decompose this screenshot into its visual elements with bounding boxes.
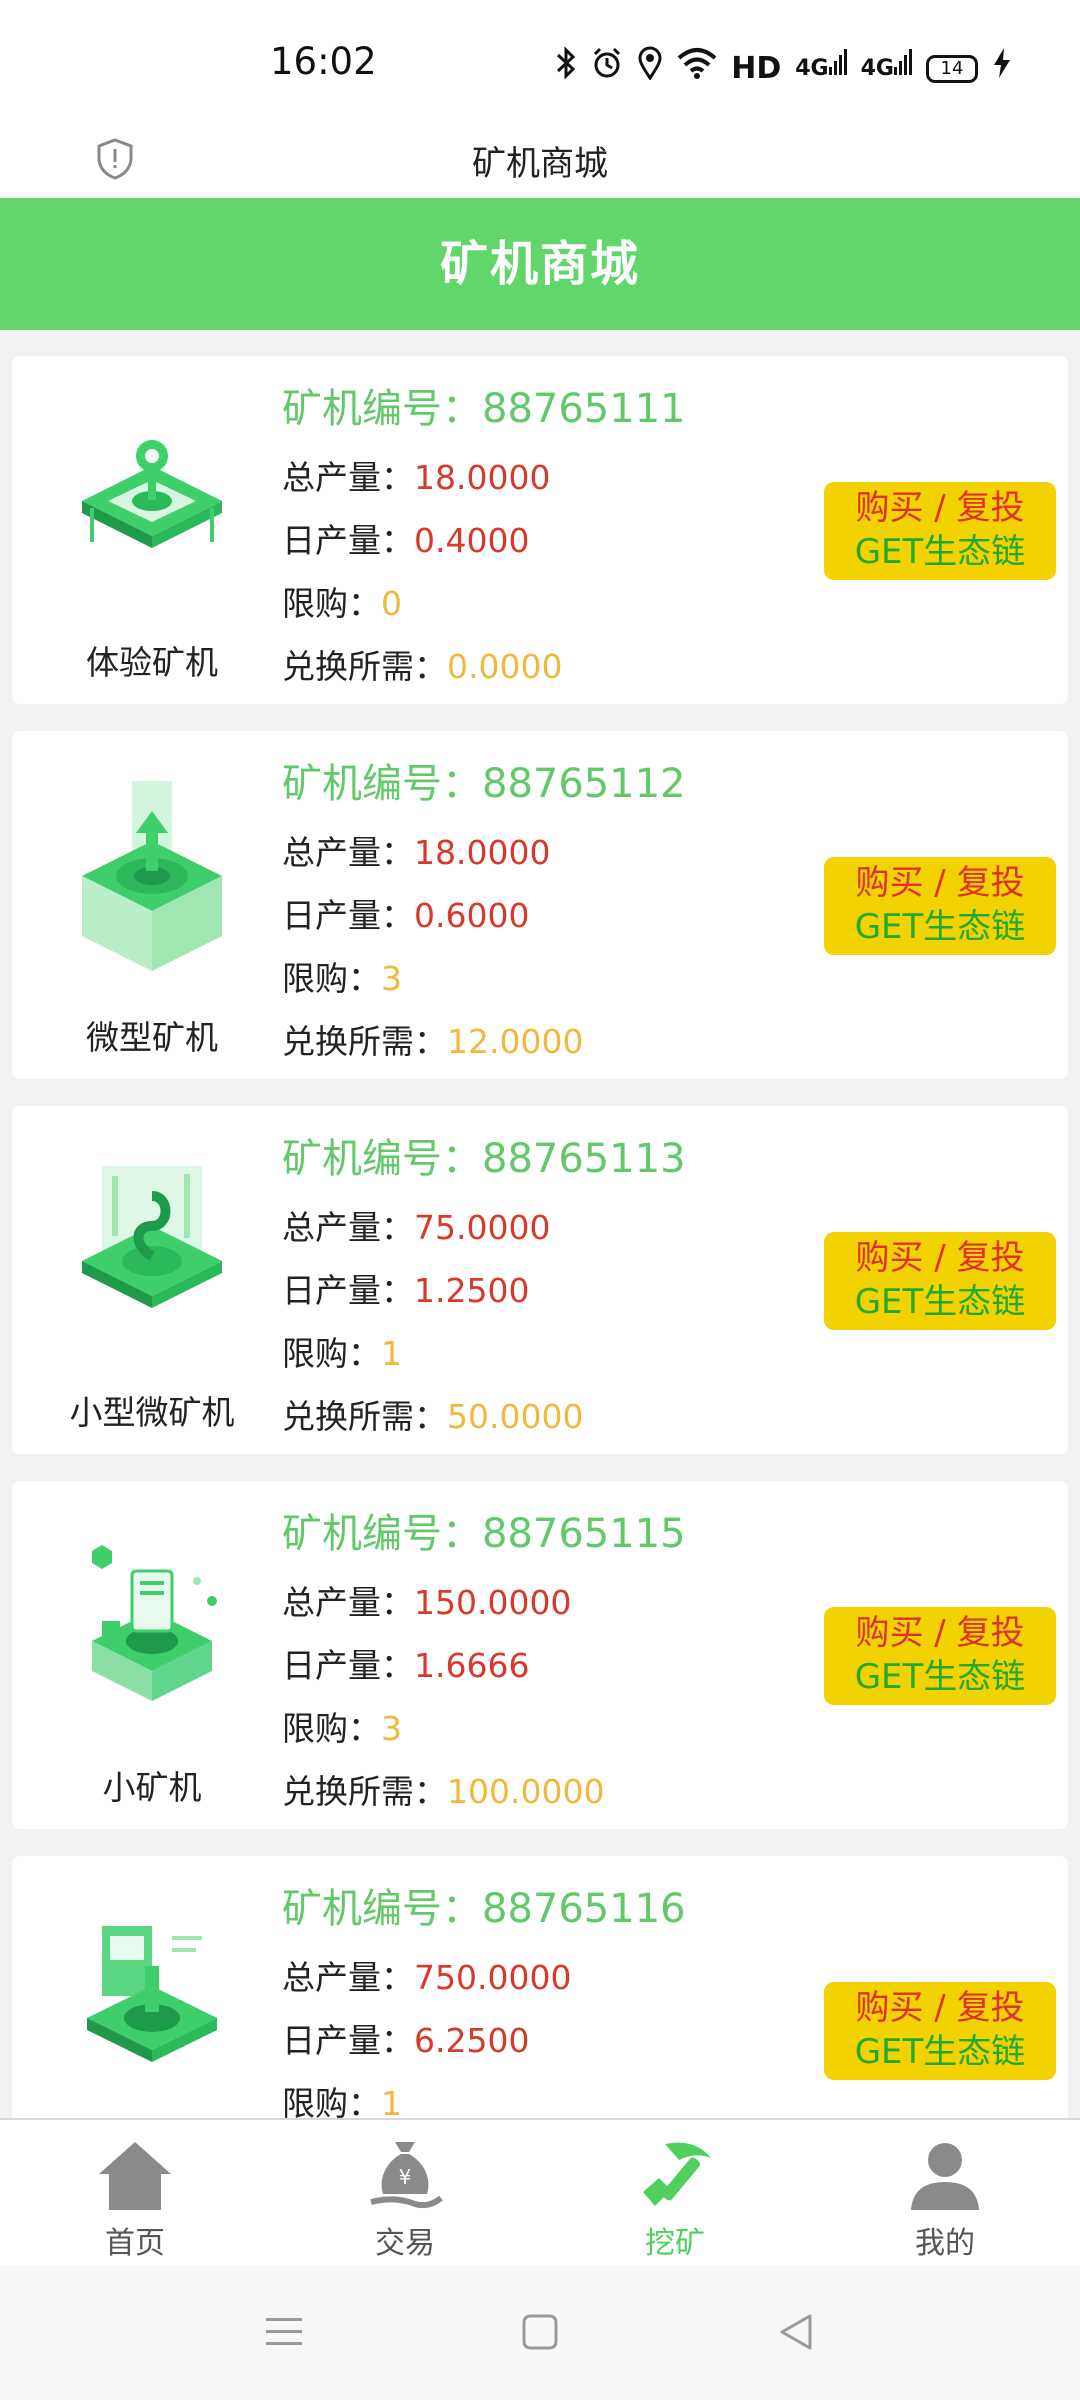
location-icon bbox=[637, 46, 663, 91]
user-icon bbox=[911, 2143, 979, 2210]
purchase-limit: 限购：3 bbox=[282, 959, 402, 998]
total-output: 总产量：750.0000 bbox=[282, 1958, 572, 1997]
store-header-title: 矿机商城 bbox=[439, 236, 640, 292]
daily-output: 日产量：6.2500 bbox=[282, 2021, 530, 2060]
battery-icon: 14 bbox=[926, 54, 978, 83]
menu-icon[interactable] bbox=[262, 2310, 306, 2354]
page-title: 矿机商城 bbox=[472, 144, 608, 184]
store-header: 矿机商城 bbox=[0, 198, 1080, 330]
system-nav-bar bbox=[0, 2266, 1080, 2400]
status-time: 16:02 bbox=[270, 40, 377, 83]
wifi-icon bbox=[677, 46, 717, 91]
machine-card: 体验矿机 矿机编号：88765111 总产量：18.0000 日产量：0.400… bbox=[12, 356, 1068, 704]
mining-machine-image bbox=[82, 781, 222, 971]
status-bar: 16:02 HD 4G 4G 14 bbox=[0, 0, 1080, 122]
total-output: 总产量：18.0000 bbox=[282, 458, 551, 497]
daily-output: 日产量：0.4000 bbox=[282, 521, 530, 560]
tab-mine[interactable]: 我的 bbox=[810, 2120, 1080, 2268]
exchange-cost: 兑换所需：12.0000 bbox=[282, 1022, 584, 1061]
bluetooth-icon bbox=[555, 46, 577, 91]
machine-card: 微型矿机 矿机编号：88765112 总产量：18.0000 日产量：0.600… bbox=[12, 731, 1068, 1079]
exchange-cost: 兑换所需：100.0000 bbox=[282, 1772, 605, 1811]
mining-machine-image bbox=[82, 1166, 222, 1308]
machine-name: 小型微矿机 bbox=[69, 1393, 235, 1432]
total-output: 总产量：75.0000 bbox=[282, 1208, 551, 1247]
title-bar: 矿机商城 bbox=[0, 122, 1080, 198]
machine-id: 矿机编号：88765112 bbox=[282, 761, 686, 807]
signal-4g-1: 4G bbox=[795, 48, 847, 89]
daily-output: 日产量：0.6000 bbox=[282, 896, 530, 935]
exchange-cost: 兑换所需：0.0000 bbox=[282, 647, 563, 686]
machine-id: 矿机编号：88765115 bbox=[282, 1511, 686, 1557]
total-output: 总产量：18.0000 bbox=[282, 833, 551, 872]
mining-machine-image bbox=[82, 440, 222, 548]
machine-id: 矿机编号：88765111 bbox=[282, 386, 686, 432]
mining-machine-image bbox=[87, 1926, 217, 2062]
daily-output: 日产量：1.2500 bbox=[282, 1271, 530, 1310]
home-icon bbox=[99, 2142, 171, 2210]
purchase-limit: 限购：0 bbox=[282, 584, 402, 623]
charging-icon bbox=[992, 46, 1012, 91]
machine-id: 矿机编号：88765113 bbox=[282, 1136, 686, 1182]
machine-card: 小型微矿机 矿机编号：88765113 总产量：75.0000 日产量：1.25… bbox=[12, 1106, 1068, 1454]
buy-button[interactable]: 购买 / 复投 GET生态链 bbox=[824, 1607, 1056, 1705]
machine-list[interactable]: 体验矿机 矿机编号：88765111 总产量：18.0000 日产量：0.400… bbox=[12, 356, 1068, 2118]
buy-button[interactable]: 购买 / 复投 GET生态链 bbox=[824, 1982, 1056, 2080]
purchase-limit: 限购：1 bbox=[282, 1334, 402, 1373]
pickaxe-icon bbox=[643, 2142, 711, 2206]
machine-name: 小矿机 bbox=[102, 1768, 202, 1807]
machine-id: 矿机编号：88765116 bbox=[282, 1886, 686, 1932]
money-bag-icon: ¥ bbox=[370, 2142, 443, 2209]
alarm-icon bbox=[591, 46, 623, 91]
tab-mining[interactable]: 挖矿 bbox=[540, 2120, 810, 2268]
machine-name: 体验矿机 bbox=[86, 643, 218, 682]
exchange-cost: 兑换所需：50.0000 bbox=[282, 1397, 584, 1436]
mining-machine-image bbox=[92, 1545, 217, 1701]
total-output: 总产量：150.0000 bbox=[282, 1583, 572, 1622]
home-square-icon[interactable] bbox=[518, 2310, 562, 2354]
bottom-tab-bar: 首页 ¥ 交易 挖矿 我的 bbox=[0, 2118, 1080, 2266]
daily-output: 日产量：1.6666 bbox=[282, 1646, 530, 1685]
svg-text:¥: ¥ bbox=[399, 2165, 412, 2189]
machine-name: 微型矿机 bbox=[86, 1018, 218, 1057]
back-icon[interactable] bbox=[774, 2310, 818, 2354]
machine-card: 矿机编号：88765116 总产量：750.0000 日产量：6.2500 限购… bbox=[12, 1856, 1068, 2118]
buy-button[interactable]: 购买 / 复投 GET生态链 bbox=[824, 857, 1056, 955]
buy-button[interactable]: 购买 / 复投 GET生态链 bbox=[824, 482, 1056, 580]
hd-label: HD bbox=[731, 50, 782, 86]
tab-trade[interactable]: ¥ 交易 bbox=[270, 2120, 540, 2268]
purchase-limit: 限购：3 bbox=[282, 1709, 402, 1748]
tab-home[interactable]: 首页 bbox=[0, 2120, 270, 2268]
machine-card: 小矿机 矿机编号：88765115 总产量：150.0000 日产量：1.666… bbox=[12, 1481, 1068, 1829]
buy-button[interactable]: 购买 / 复投 GET生态链 bbox=[824, 1232, 1056, 1330]
status-icons: HD 4G 4G 14 bbox=[555, 46, 1012, 91]
signal-4g-2: 4G bbox=[861, 48, 912, 89]
purchase-limit: 限购：1 bbox=[282, 2084, 402, 2118]
